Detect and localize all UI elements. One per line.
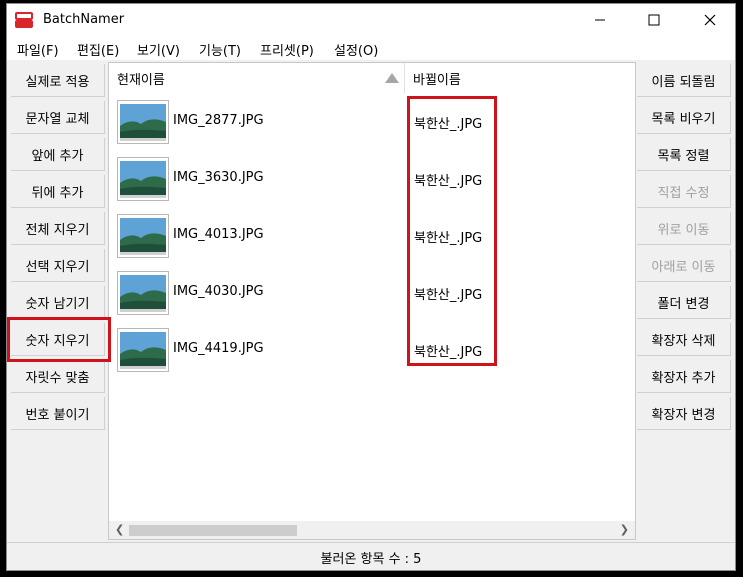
move-down-button[interactable]: 아래로 이동 bbox=[637, 249, 731, 282]
add-prefix-button[interactable]: 앞에 추가 bbox=[11, 138, 105, 171]
list-item[interactable]: IMG_4013.JPG 북한산_.JPG bbox=[109, 211, 635, 268]
remove-extension-button[interactable]: 확장자 삭제 bbox=[637, 323, 731, 356]
change-folder-button[interactable]: 폴더 변경 bbox=[637, 286, 731, 319]
close-icon bbox=[704, 14, 716, 26]
close-button[interactable] bbox=[687, 4, 733, 36]
current-filename: IMG_3630.JPG bbox=[173, 170, 264, 185]
column-current-name[interactable]: 현재이름 bbox=[117, 69, 165, 88]
image-thumbnail-icon bbox=[117, 100, 169, 144]
change-extension-button[interactable]: 확장자 변경 bbox=[637, 397, 731, 430]
minimize-button[interactable] bbox=[577, 4, 623, 36]
menu-bar: 파일(F) 편집(E) 보기(V) 기능(T) 프리셋(P) 설정(O) bbox=[7, 36, 735, 60]
add-suffix-button[interactable]: 뒤에 추가 bbox=[11, 175, 105, 208]
current-filename: IMG_4030.JPG bbox=[173, 284, 264, 299]
file-list[interactable]: 현재이름 바뀔이름 IMG_2877.JPG 북한산_.JPG IMG_3630… bbox=[108, 62, 636, 540]
maximize-button[interactable] bbox=[631, 4, 677, 36]
list-item[interactable]: IMG_2877.JPG 북한산_.JPG bbox=[109, 97, 635, 154]
menu-tools[interactable]: 기능(T) bbox=[199, 40, 241, 59]
sort-list-button[interactable]: 목록 정렬 bbox=[637, 138, 731, 171]
replace-string-button[interactable]: 문자열 교체 bbox=[11, 101, 105, 134]
image-thumbnail-icon bbox=[117, 271, 169, 315]
apply-button[interactable]: 실제로 적용 bbox=[11, 64, 105, 97]
scroll-right-icon[interactable]: ❯ bbox=[620, 523, 629, 536]
menu-preset[interactable]: 프리셋(P) bbox=[260, 40, 314, 59]
highlight-box-remove-numbers bbox=[7, 317, 111, 362]
minimize-icon bbox=[595, 19, 605, 21]
pad-digits-button[interactable]: 자릿수 맞춤 bbox=[11, 360, 105, 393]
move-up-button[interactable]: 위로 이동 bbox=[637, 212, 731, 245]
column-new-name[interactable]: 바뀔이름 bbox=[413, 69, 461, 88]
highlight-box-new-names bbox=[407, 96, 497, 366]
list-item[interactable]: IMG_3630.JPG 북한산_.JPG bbox=[109, 154, 635, 211]
app-icon bbox=[15, 12, 33, 28]
keep-numbers-button[interactable]: 숫자 남기기 bbox=[11, 286, 105, 319]
window-title: BatchNamer bbox=[43, 12, 125, 27]
image-thumbnail-icon bbox=[117, 328, 169, 372]
menu-edit[interactable]: 편집(E) bbox=[77, 40, 119, 59]
scroll-left-icon[interactable]: ❮ bbox=[115, 523, 124, 536]
left-button-panel: 실제로 적용 문자열 교체 앞에 추가 뒤에 추가 전체 지우기 선택 지우기 … bbox=[11, 64, 107, 540]
edit-directly-button[interactable]: 직접 수정 bbox=[637, 175, 731, 208]
current-filename: IMG_4013.JPG bbox=[173, 227, 264, 242]
column-divider[interactable] bbox=[404, 63, 405, 93]
title-bar: BatchNamer bbox=[7, 4, 735, 36]
list-header: 현재이름 바뀔이름 bbox=[109, 63, 635, 93]
current-filename: IMG_4419.JPG bbox=[173, 341, 264, 356]
menu-view[interactable]: 보기(V) bbox=[137, 40, 180, 59]
sort-up-icon bbox=[385, 73, 399, 83]
status-bar: 불러온 항목 수 : 5 bbox=[7, 542, 735, 570]
batchnamer-window: BatchNamer 파일(F) 편집(E) 보기(V) 기능(T) 프리셋(P… bbox=[6, 3, 736, 571]
image-thumbnail-icon bbox=[117, 214, 169, 258]
list-item[interactable]: IMG_4030.JPG 북한산_.JPG bbox=[109, 268, 635, 325]
revert-names-button[interactable]: 이름 되돌림 bbox=[637, 64, 731, 97]
current-filename: IMG_2877.JPG bbox=[173, 113, 264, 128]
clear-selection-button[interactable]: 선택 지우기 bbox=[11, 249, 105, 282]
list-item[interactable]: IMG_4419.JPG 북한산_.JPG bbox=[109, 325, 635, 382]
add-extension-button[interactable]: 확장자 추가 bbox=[637, 360, 731, 393]
add-number-button[interactable]: 번호 붙이기 bbox=[11, 397, 105, 430]
scroll-thumb[interactable] bbox=[129, 525, 297, 536]
horizontal-scrollbar[interactable]: ❮ ❯ bbox=[109, 521, 635, 539]
status-text: 불러온 항목 수 : 5 bbox=[320, 552, 422, 567]
menu-settings[interactable]: 설정(O) bbox=[334, 40, 378, 59]
maximize-icon bbox=[648, 14, 660, 26]
menu-file[interactable]: 파일(F) bbox=[17, 40, 59, 59]
clear-all-button[interactable]: 전체 지우기 bbox=[11, 212, 105, 245]
image-thumbnail-icon bbox=[117, 157, 169, 201]
clear-list-button[interactable]: 목록 비우기 bbox=[637, 101, 731, 134]
right-button-panel: 이름 되돌림 목록 비우기 목록 정렬 직접 수정 위로 이동 아래로 이동 폴… bbox=[637, 64, 733, 540]
